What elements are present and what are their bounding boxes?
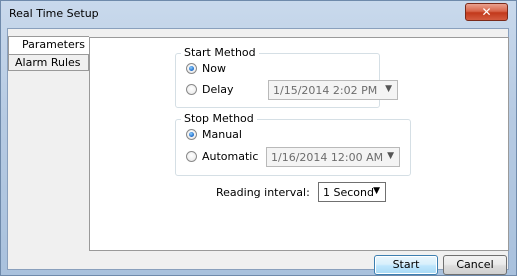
chevron-down-icon: ▼ [373, 186, 380, 196]
radio-start-delay[interactable]: Delay [186, 83, 246, 99]
radio-stop-manual[interactable]: Manual [186, 128, 256, 144]
radio-button-icon[interactable] [186, 151, 197, 162]
automatic-datetime-value: 1/16/2014 12:00 AM [271, 151, 384, 164]
delay-datetime-dropdown[interactable]: 1/15/2014 2:02 PM ▼ [268, 80, 398, 100]
tab-parameters[interactable]: Parameters [8, 36, 89, 55]
window-title: Real Time Setup [9, 7, 99, 20]
start-button[interactable]: Start [374, 255, 438, 275]
cancel-button[interactable]: Cancel [443, 255, 507, 275]
reading-interval-value: 1 Second [323, 186, 374, 199]
radio-stop-automatic[interactable]: Automatic [186, 150, 258, 166]
start-method-group: Start Method Now Delay 1/15/2014 2:02 PM… [175, 46, 398, 108]
start-method-title: Start Method [181, 46, 259, 59]
radio-label: Now [202, 62, 226, 75]
title-bar[interactable]: Real Time Setup ✕ [1, 1, 516, 29]
radio-button-icon[interactable] [186, 63, 197, 74]
chevron-down-icon: ▼ [385, 84, 392, 94]
stop-method-group: Stop Method Manual Automatic 1/16/2014 1… [175, 112, 411, 176]
tab-alarm-rules[interactable]: Alarm Rules [8, 54, 89, 71]
radio-button-icon[interactable] [186, 129, 197, 140]
delay-datetime-value: 1/15/2014 2:02 PM [273, 84, 378, 97]
radio-label: Automatic [202, 150, 259, 163]
radio-start-now[interactable]: Now [186, 62, 246, 78]
radio-button-icon[interactable] [186, 84, 197, 95]
close-icon: ✕ [481, 5, 492, 19]
close-button[interactable]: ✕ [465, 3, 508, 21]
chevron-down-icon: ▼ [387, 151, 394, 161]
radio-label: Manual [202, 128, 242, 141]
radio-label: Delay [202, 83, 234, 96]
reading-interval-select[interactable]: 1 Second ▼ [318, 182, 386, 202]
parameters-panel: Start Method Now Delay 1/15/2014 2:02 PM… [89, 37, 509, 251]
tab-strip: Parameters Alarm Rules [8, 36, 90, 252]
reading-interval-label: Reading interval: [216, 186, 310, 199]
automatic-datetime-dropdown[interactable]: 1/16/2014 12:00 AM ▼ [266, 147, 400, 167]
stop-method-title: Stop Method [181, 112, 257, 125]
